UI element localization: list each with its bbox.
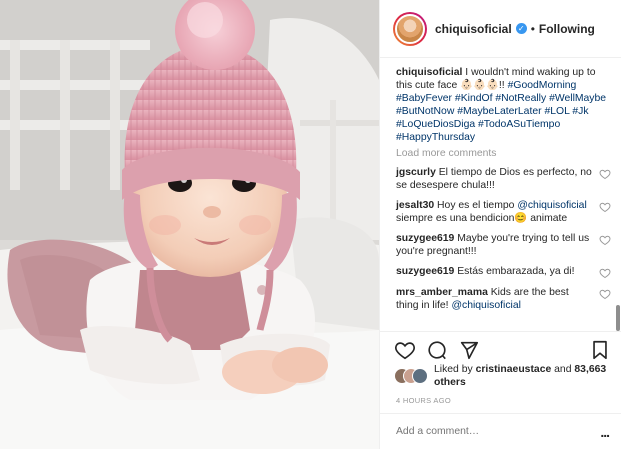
comment-row: jesalt30 Hoy es el tiempo @chiquisoficia…: [396, 199, 611, 225]
liker-username[interactable]: cristinaeustace: [476, 364, 552, 375]
post-timestamp[interactable]: 4 HOURS AGO: [396, 396, 451, 405]
baby-photo-illustration: [0, 0, 379, 449]
verified-badge-icon: ✓: [515, 23, 527, 34]
liker-avatar: [412, 368, 428, 384]
comment-text: jesalt30 Hoy es el tiempo @chiquisoficia…: [396, 199, 599, 225]
hashtag[interactable]: #TodoASuTiempo: [478, 119, 560, 130]
comment-body: Hoy es el tiempo: [437, 200, 515, 211]
comment-username[interactable]: jgscurly: [396, 167, 436, 178]
avatar[interactable]: [393, 11, 427, 46]
hashtag[interactable]: #HappyThursday: [396, 132, 475, 143]
hashtag[interactable]: #ButNotNow: [396, 106, 454, 117]
comment-username[interactable]: jesalt30: [396, 200, 434, 211]
add-comment-bar: ...: [380, 413, 621, 449]
hashtag[interactable]: #MaybeLaterLater: [457, 106, 541, 117]
load-more-comments-link[interactable]: Load more comments: [396, 148, 611, 159]
post-actions-bar: [380, 331, 621, 367]
post-photo[interactable]: [0, 0, 379, 449]
hashtag[interactable]: #BabyFever: [396, 93, 452, 104]
liker-avatars[interactable]: [394, 368, 428, 384]
comments-scrollbar[interactable]: [616, 305, 620, 331]
hashtag[interactable]: #GoodMorning: [508, 80, 577, 91]
post-caption: chiquisoficial I wouldn't mind waking up…: [396, 66, 611, 144]
hashtag[interactable]: #LoQueDiosDiga: [396, 119, 475, 130]
likes-conjunction: and: [554, 364, 572, 375]
header-username[interactable]: chiquisoficial: [435, 22, 512, 36]
caption-username[interactable]: chiquisoficial: [396, 67, 462, 78]
comment-like-heart-icon[interactable]: [599, 168, 611, 180]
post-details-panel: chiquisoficial ✓ • Following chiquisofic…: [379, 0, 621, 449]
share-icon[interactable]: [458, 339, 480, 361]
comment-text: suzygee619 Estás embarazada, ya di!: [396, 265, 599, 278]
hashtag[interactable]: #LOL: [544, 106, 569, 117]
comment-body: Estás embarazada, ya di!: [457, 266, 575, 277]
hashtag[interactable]: #KindOf: [455, 93, 493, 104]
likes-text: Liked by cristinaeustace and 83,663 othe…: [434, 363, 614, 389]
comments-list[interactable]: chiquisoficial I wouldn't mind waking up…: [380, 58, 621, 326]
comment-username[interactable]: suzygee619: [396, 233, 454, 244]
comment-like-heart-icon[interactable]: [599, 201, 611, 213]
comment-username[interactable]: mrs_amber_mama: [396, 287, 488, 298]
header-separator: •: [530, 21, 535, 36]
comment-username[interactable]: suzygee619: [396, 266, 454, 277]
comment-row: jgscurly El tiempo de Dios es perfecto, …: [396, 166, 611, 192]
hashtag[interactable]: #WellMaybe: [549, 93, 606, 104]
comment-text: suzygee619 Maybe you're trying to tell u…: [396, 232, 599, 258]
likes-prefix: Liked by: [434, 364, 473, 375]
comment-row: suzygee619 Estás embarazada, ya di!: [396, 265, 611, 279]
comment-like-heart-icon[interactable]: [599, 234, 611, 246]
more-options-icon[interactable]: ...: [600, 424, 610, 440]
mention-link[interactable]: @chiquisoficial: [451, 300, 520, 311]
comment-like-heart-icon[interactable]: [599, 267, 611, 279]
following-button[interactable]: Following: [539, 22, 595, 36]
comment-text: mrs_amber_mama Kids are the best thing i…: [396, 286, 599, 312]
add-comment-input[interactable]: [396, 426, 601, 437]
bookmark-icon[interactable]: [589, 339, 611, 361]
mention-link[interactable]: @chiquisoficial: [517, 200, 586, 211]
comment-like-heart-icon[interactable]: [599, 288, 611, 300]
hashtag[interactable]: #Jk: [572, 106, 588, 117]
comment-row: suzygee619 Maybe you're trying to tell u…: [396, 232, 611, 258]
avatar-image: [395, 13, 425, 44]
heart-icon[interactable]: [394, 339, 416, 361]
post-header: chiquisoficial ✓ • Following: [380, 0, 621, 58]
comment-text: jgscurly El tiempo de Dios es perfecto, …: [396, 166, 599, 192]
likes-summary: Liked by cristinaeustace and 83,663 othe…: [394, 363, 614, 389]
comment-body-continued: siempre es una bendicion😊 animate: [396, 213, 568, 224]
hashtag[interactable]: #NotReally: [495, 93, 546, 104]
comment-icon[interactable]: [426, 339, 448, 361]
comment-row: mrs_amber_mama Kids are the best thing i…: [396, 286, 611, 312]
